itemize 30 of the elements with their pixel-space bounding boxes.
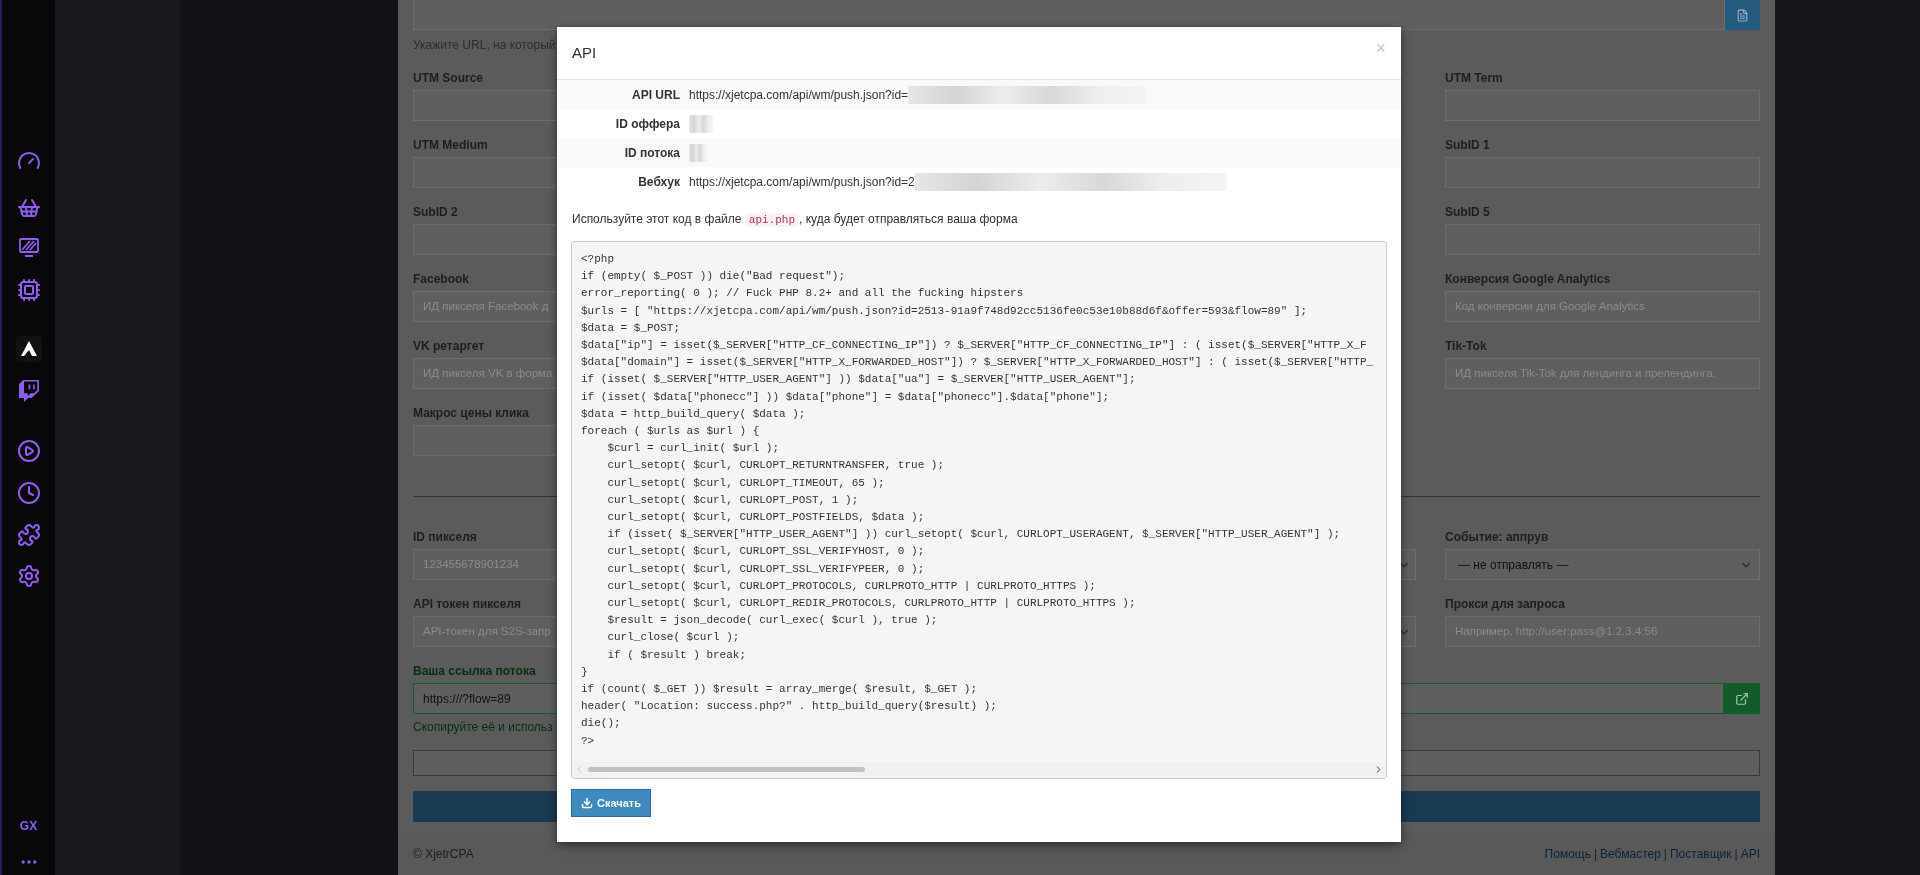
link-separator: | bbox=[1663, 846, 1667, 863]
copyright-text: © XjetrCPA bbox=[413, 846, 474, 863]
field-label: SubID 5 bbox=[1445, 204, 1490, 221]
field-value: https://xjetcpa.com/api/wm/push.json?id= bbox=[689, 86, 909, 104]
field-label: API токен пикселя bbox=[413, 596, 522, 613]
field-label: SubID 1 bbox=[1445, 137, 1490, 154]
field-label: Ваша ссылка потока bbox=[413, 663, 536, 680]
field-label: ID пикселя bbox=[413, 529, 477, 546]
field-label: VK ретаргет bbox=[413, 338, 485, 355]
dialog-title: API bbox=[572, 42, 597, 63]
hint-text: Скопируйте её и использ bbox=[413, 720, 553, 735]
field-label: SubID 2 bbox=[413, 204, 458, 221]
field-label: Событие: аппрув bbox=[1445, 529, 1549, 546]
field-value: https://xjetcpa.com/api/wm/push.json?id=2 bbox=[689, 173, 915, 191]
field-label: Макрос цены клика bbox=[413, 405, 530, 422]
field-label: Конверсия Google Analytics bbox=[1445, 271, 1611, 288]
field-label: UTM Term bbox=[1445, 70, 1503, 87]
instruction-text: Используйте этот код в файле api.php , куда будет отправляться ваша форма bbox=[571, 211, 1019, 228]
field-label: Facebook bbox=[413, 271, 469, 288]
field-label: Вебхук bbox=[637, 173, 680, 191]
field-label: API URL bbox=[631, 86, 680, 104]
code-text: <?php if (empty( $_POST )) die("Bad request"); error_reporting( 0 ); // Fuck PHP 8.2+ and all the fucking hipsters $urls = [ "https://xjetcpa.com/api/wm/push.json?id=2513-91a9f748d92cc5136fe0c53e10b88d6f&offer=593&flow=89" ]; $data = $_POST; $data["ip"] = isset($_SERVER["HTTP_CF_CONNECTING_IP"]) ? $_SERVER["HTTP_CF_CONNECTING_IP"] : ( isset($_SERVER["HTTP_X_F $data["domain"] = isset($_SERVER["HTTP_X_FORWARDED_HOST"]) ? $_SERVER["HTTP_X_FORWARDED_HOST"] : ( isset($_SERVER["HTTP_ if (isset( $_SERVER["HTTP_USER_AGENT"] )) $data["ua"] = $_SERVER["HTTP_USER_AGENT"]; if (isset( $data["phonecc"] )) $data["phone"] = $data["phonecc"].$data["phone"]; $data = http_build_query( $data ); foreach ( $urls as $url ) { $curl = curl_init( $url ); curl_setopt( $curl, CURLOPT_RETURNTRANSFER, true ); curl_setopt( $curl, CURLOPT_TIMEOUT, 65 ); curl_setopt( $curl, CURLOPT_POST, 1 ); curl_setopt( $curl, CURLOPT_POSTFIELDS, $data ); if (isset( $_SERVER["HTTP_USER_AGENT"] )) curl_setopt( $curl, CURLOPT_USERAGENT, $_SERVER["HTTP_USER_AGENT"] ); curl_setopt( $curl, CURLOPT_SSL_VERIFYHOST, 0 ); curl_setopt( $curl, CURLOPT_SSL_VERIFYPEER, 0 ); curl_setopt( $curl, CURLOPT_PROTOCOLS, CURLPROTO_HTTP | CURLPROTO_HTTPS ); curl_setopt( $curl, CURLOPT_REDIR_PROTOCOLS, CURLPROTO_HTTP | CURLPROTO_HTTPS ); $result = json_decode( curl_exec( $curl ), true ); curl_close( $curl ); if ( $result ) break; } if (count( $_GET )) $result = array_merge( $result, $_GET ); header( "Location: success.php?" . http_build_query($result) ); die(); ?> bbox=[580, 252, 1375, 749]
field-label: Tik-Tok bbox=[1445, 338, 1487, 355]
link-separator: | bbox=[1593, 846, 1598, 863]
field-label: Прокси для запроса bbox=[1445, 596, 1565, 613]
link-separator: | bbox=[1734, 846, 1738, 863]
field-label: UTM Medium bbox=[413, 137, 488, 154]
field-label: ID оффера bbox=[614, 115, 680, 133]
field-label: UTM Source bbox=[413, 70, 483, 87]
field-label: ID потока bbox=[623, 144, 680, 162]
